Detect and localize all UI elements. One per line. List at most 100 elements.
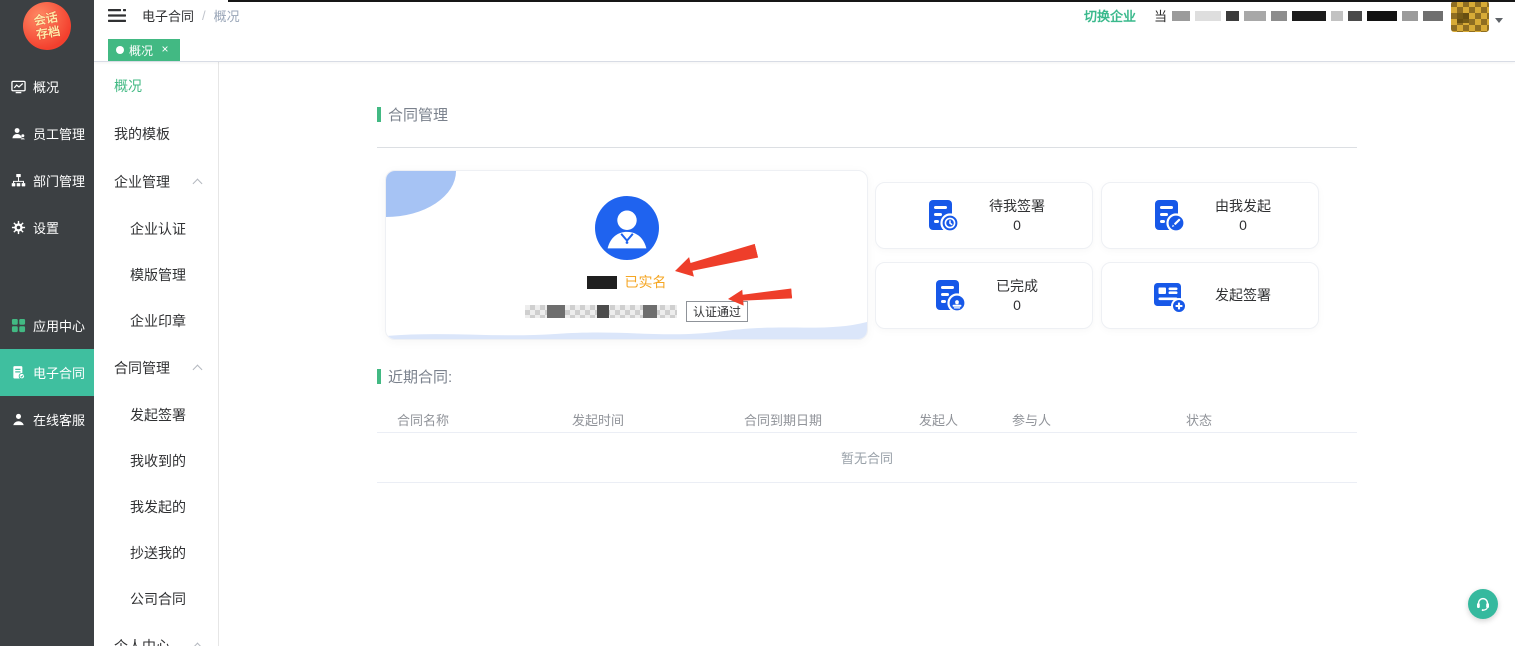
section-title-text: 近期合同: [388, 366, 452, 387]
menu-item-label: 我收到的 [130, 451, 186, 471]
menu-item-label: 抄送我的 [130, 543, 186, 563]
contracts-table-header: 合同名称 发起时间 合同到期日期 发起人 参与人 状态 [377, 407, 1357, 433]
menu-item-label: 合同管理 [114, 358, 170, 378]
table-empty-state: 暂无合同 [377, 433, 1357, 483]
redacted-company-name [525, 305, 677, 318]
menu-item-received[interactable]: 我收到的 [94, 438, 218, 484]
menu-item-template-mgmt[interactable]: 模版管理 [94, 252, 218, 298]
contract-icon [11, 365, 26, 380]
redacted-text-block [1172, 11, 1190, 21]
menu-item-initiated[interactable]: 我发起的 [94, 484, 218, 530]
sidebar-item-app-center[interactable]: 应用中心 [0, 302, 94, 349]
close-icon[interactable]: × [158, 43, 172, 57]
user-avatar-icon [595, 196, 659, 260]
column-header: 状态 [1186, 410, 1357, 429]
chevron-up-icon [193, 643, 203, 646]
menu-item-label: 发起签署 [130, 405, 186, 425]
chevron-up-icon [193, 365, 203, 375]
menu-item-overview[interactable]: 概况 [94, 62, 218, 110]
sidebar-item-label: 设置 [33, 218, 59, 237]
doc-plus-icon [1149, 276, 1189, 316]
doc-stamp-icon [930, 276, 970, 316]
menu-item-contract-mgmt[interactable]: 合同管理 [94, 344, 218, 392]
menu-item-enterprise-mgmt[interactable]: 企业管理 [94, 158, 218, 206]
stat-value: 0 [989, 216, 1045, 235]
logo-line2: 存档 [35, 24, 61, 42]
stat-card-initiated-by-me[interactable]: 由我发起 0 [1101, 182, 1319, 249]
redacted-text-block [1348, 11, 1362, 21]
breadcrumb-separator: / [202, 8, 206, 23]
section-accent-bar [377, 107, 381, 122]
sidebar-item-label: 电子合同 [33, 363, 85, 382]
column-header: 发起人 [919, 410, 1012, 429]
profile-card: 已实名 认证通过 [385, 170, 868, 340]
divider [377, 147, 1357, 148]
redacted-text-block [1331, 11, 1343, 21]
caret-down-icon[interactable] [1495, 18, 1503, 23]
menu-item-label: 企业管理 [114, 172, 170, 192]
sidebar-item-label: 部门管理 [33, 171, 85, 190]
sidebar-item-e-contract[interactable]: 电子合同 [0, 349, 94, 396]
sidebar-item-departments[interactable]: 部门管理 [0, 157, 94, 204]
breadcrumb-current: 概况 [214, 6, 240, 25]
main-column: 电子合同 / 概况 切换企业 当 [94, 0, 1515, 646]
redacted-text-block [1292, 11, 1326, 21]
doc-edit-icon [1149, 196, 1189, 236]
secondary-sidebar: 概况 我的模板 企业管理 企业认证 模版管理 企业印章 合同管理 发起签署 我收… [94, 62, 219, 646]
stat-card-start-signing[interactable]: 发起签署 [1101, 262, 1319, 329]
redacted-text-block [1423, 11, 1443, 21]
menu-item-personal-center[interactable]: 个人中心 [94, 622, 218, 646]
column-header: 参与人 [1012, 410, 1186, 429]
redacted-text-block [547, 305, 565, 318]
stat-card-grid: 待我签署 0 [875, 182, 1319, 340]
switch-enterprise-link[interactable]: 切换企业 [1084, 6, 1136, 25]
collapse-menu-icon[interactable] [108, 8, 126, 23]
topbar-right: 切换企业 当 [1084, 0, 1503, 31]
headset-icon [1473, 594, 1493, 614]
primary-sidebar: 会话 存档 概况 员工管理 部门管理 设置 [0, 0, 94, 646]
redacted-text-block [643, 305, 657, 318]
topbar: 电子合同 / 概况 切换企业 当 [94, 0, 1515, 31]
menu-item-label: 企业印章 [130, 311, 186, 331]
stat-label: 发起签署 [1215, 286, 1271, 305]
column-header: 发起时间 [572, 410, 744, 429]
main-content: 合同管理 [219, 62, 1515, 646]
stat-value: 0 [996, 296, 1038, 315]
stat-card-completed[interactable]: 已完成 0 [875, 262, 1093, 329]
tab-overview[interactable]: 概况 × [108, 39, 180, 61]
body-row: 概况 我的模板 企业管理 企业认证 模版管理 企业印章 合同管理 发起签署 我收… [94, 62, 1515, 646]
sidebar-item-label: 在线客服 [33, 410, 85, 429]
menu-item-enterprise-cert[interactable]: 企业认证 [94, 206, 218, 252]
section-title-recent-contracts: 近期合同: [377, 366, 1357, 387]
sidebar-item-label: 员工管理 [33, 124, 85, 143]
stat-card-awaiting-my-signature[interactable]: 待我签署 0 [875, 182, 1093, 249]
redacted-text-block [1244, 11, 1266, 21]
stat-label: 待我签署 [989, 197, 1045, 216]
sidebar-item-settings[interactable]: 设置 [0, 204, 94, 251]
sidebar-item-online-support[interactable]: 在线客服 [0, 396, 94, 443]
menu-item-company-contracts[interactable]: 公司合同 [94, 576, 218, 622]
customer-service-button[interactable] [1468, 589, 1498, 619]
menu-item-label: 企业认证 [130, 219, 186, 239]
column-header: 合同到期日期 [744, 410, 919, 429]
column-header: 合同名称 [397, 410, 572, 429]
menu-item-cc-me[interactable]: 抄送我的 [94, 530, 218, 576]
realname-verified-badge: 已实名 [625, 272, 667, 292]
support-icon [11, 412, 26, 427]
sidebar-item-label: 概况 [33, 77, 59, 96]
sidebar-item-overview[interactable]: 概况 [0, 63, 94, 110]
redacted-text-block [1226, 11, 1239, 21]
departments-icon [11, 173, 26, 188]
section-title-contract-mgmt: 合同管理 [377, 104, 1357, 125]
redacted-text-block [597, 305, 609, 318]
menu-item-initiate-sign[interactable]: 发起签署 [94, 392, 218, 438]
current-enterprise-label: 当 [1154, 6, 1443, 25]
avatar[interactable] [1451, 1, 1489, 32]
menu-item-enterprise-seal[interactable]: 企业印章 [94, 298, 218, 344]
section-accent-bar [377, 369, 381, 384]
menu-item-my-templates[interactable]: 我的模板 [94, 110, 218, 158]
menu-item-label: 我的模板 [114, 124, 170, 144]
breadcrumb-root[interactable]: 电子合同 [142, 6, 194, 25]
sidebar-item-employees[interactable]: 员工管理 [0, 110, 94, 157]
menu-item-label: 公司合同 [130, 589, 186, 609]
